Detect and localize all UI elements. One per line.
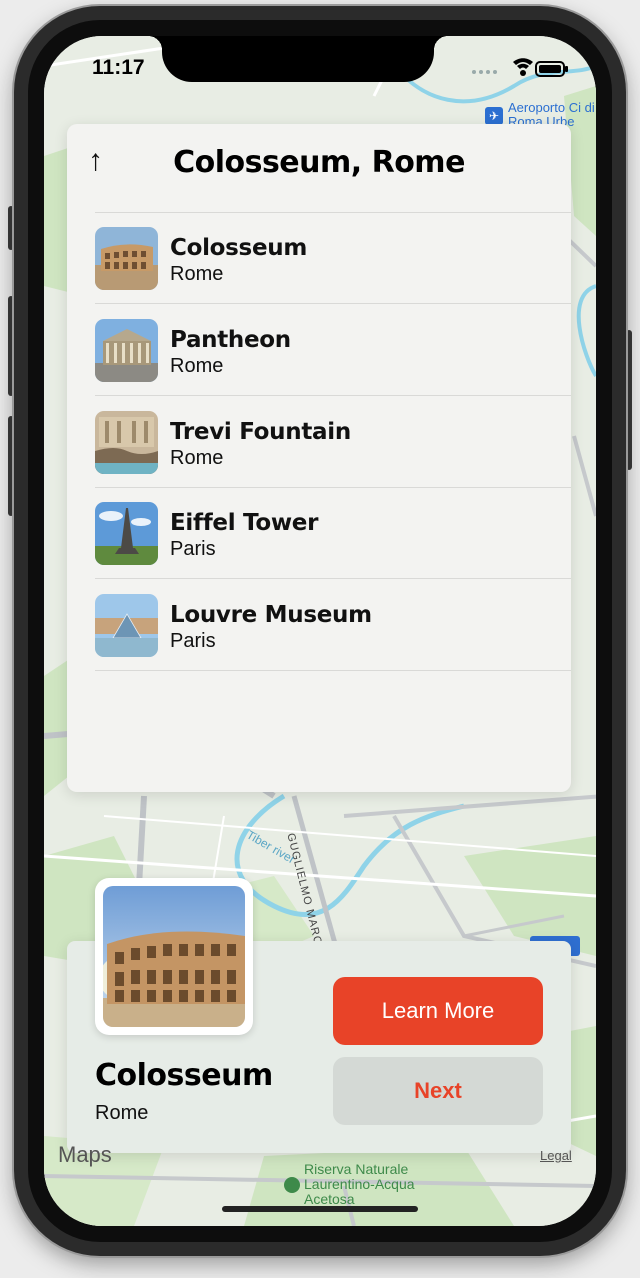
panel-title: Colosseum, Rome — [173, 145, 465, 180]
louvre-museum-thumbnail — [95, 594, 158, 657]
colosseum-thumbnail — [95, 227, 158, 290]
notch — [148, 36, 448, 82]
airport-icon: ✈ — [485, 107, 503, 125]
maps-logo-text: Maps — [58, 1142, 112, 1167]
home-indicator[interactable] — [222, 1206, 418, 1212]
power-button — [626, 330, 632, 470]
item-name: Louvre Museum — [170, 602, 372, 628]
park-label-line: Riserva Naturale — [304, 1161, 409, 1177]
next-button[interactable]: Next — [333, 1057, 543, 1125]
divider — [95, 670, 571, 671]
list-item[interactable]: Pantheon Rome — [95, 305, 571, 395]
status-icons — [472, 58, 568, 77]
item-city: Rome — [170, 355, 224, 377]
park-label: Riserva Naturale Laurentino-Acqua Acetos… — [304, 1162, 415, 1207]
divider — [95, 578, 571, 579]
park-label-line: Acetosa — [304, 1191, 355, 1207]
wifi-icon — [513, 58, 533, 76]
item-name: Colosseum — [170, 235, 307, 261]
item-name: Trevi Fountain — [170, 419, 351, 445]
item-city: Paris — [170, 538, 216, 560]
list-item[interactable]: Colosseum Rome — [95, 213, 571, 303]
apple-maps-logo: Maps — [58, 1142, 112, 1168]
item-city: Rome — [170, 263, 224, 285]
pantheon-thumbnail — [95, 319, 158, 382]
divider — [95, 395, 571, 396]
status-time: 11:17 — [92, 56, 145, 79]
list-item[interactable]: Trevi Fountain Rome — [95, 397, 571, 487]
cellular-signal-icon — [472, 70, 497, 74]
learn-more-button[interactable]: Learn More — [333, 977, 543, 1045]
list-item[interactable]: Louvre Museum Paris — [95, 580, 571, 670]
item-city: Paris — [170, 630, 216, 652]
card-subtitle: Rome — [95, 1102, 149, 1124]
battery-icon — [535, 61, 568, 77]
park-icon — [284, 1177, 300, 1193]
legal-link[interactable]: Legal — [540, 1148, 572, 1163]
item-name: Eiffel Tower — [170, 510, 319, 536]
item-city: Rome — [170, 447, 224, 469]
list-item[interactable]: Eiffel Tower Paris — [95, 488, 571, 578]
trevi-fountain-thumbnail — [95, 411, 158, 474]
eiffel-tower-thumbnail — [95, 502, 158, 565]
park-label-line: Laurentino-Acqua — [304, 1176, 415, 1192]
colosseum-hero-image — [95, 878, 253, 1035]
item-name: Pantheon — [170, 327, 291, 353]
card-title: Colosseum — [95, 1058, 273, 1093]
divider — [95, 303, 571, 304]
